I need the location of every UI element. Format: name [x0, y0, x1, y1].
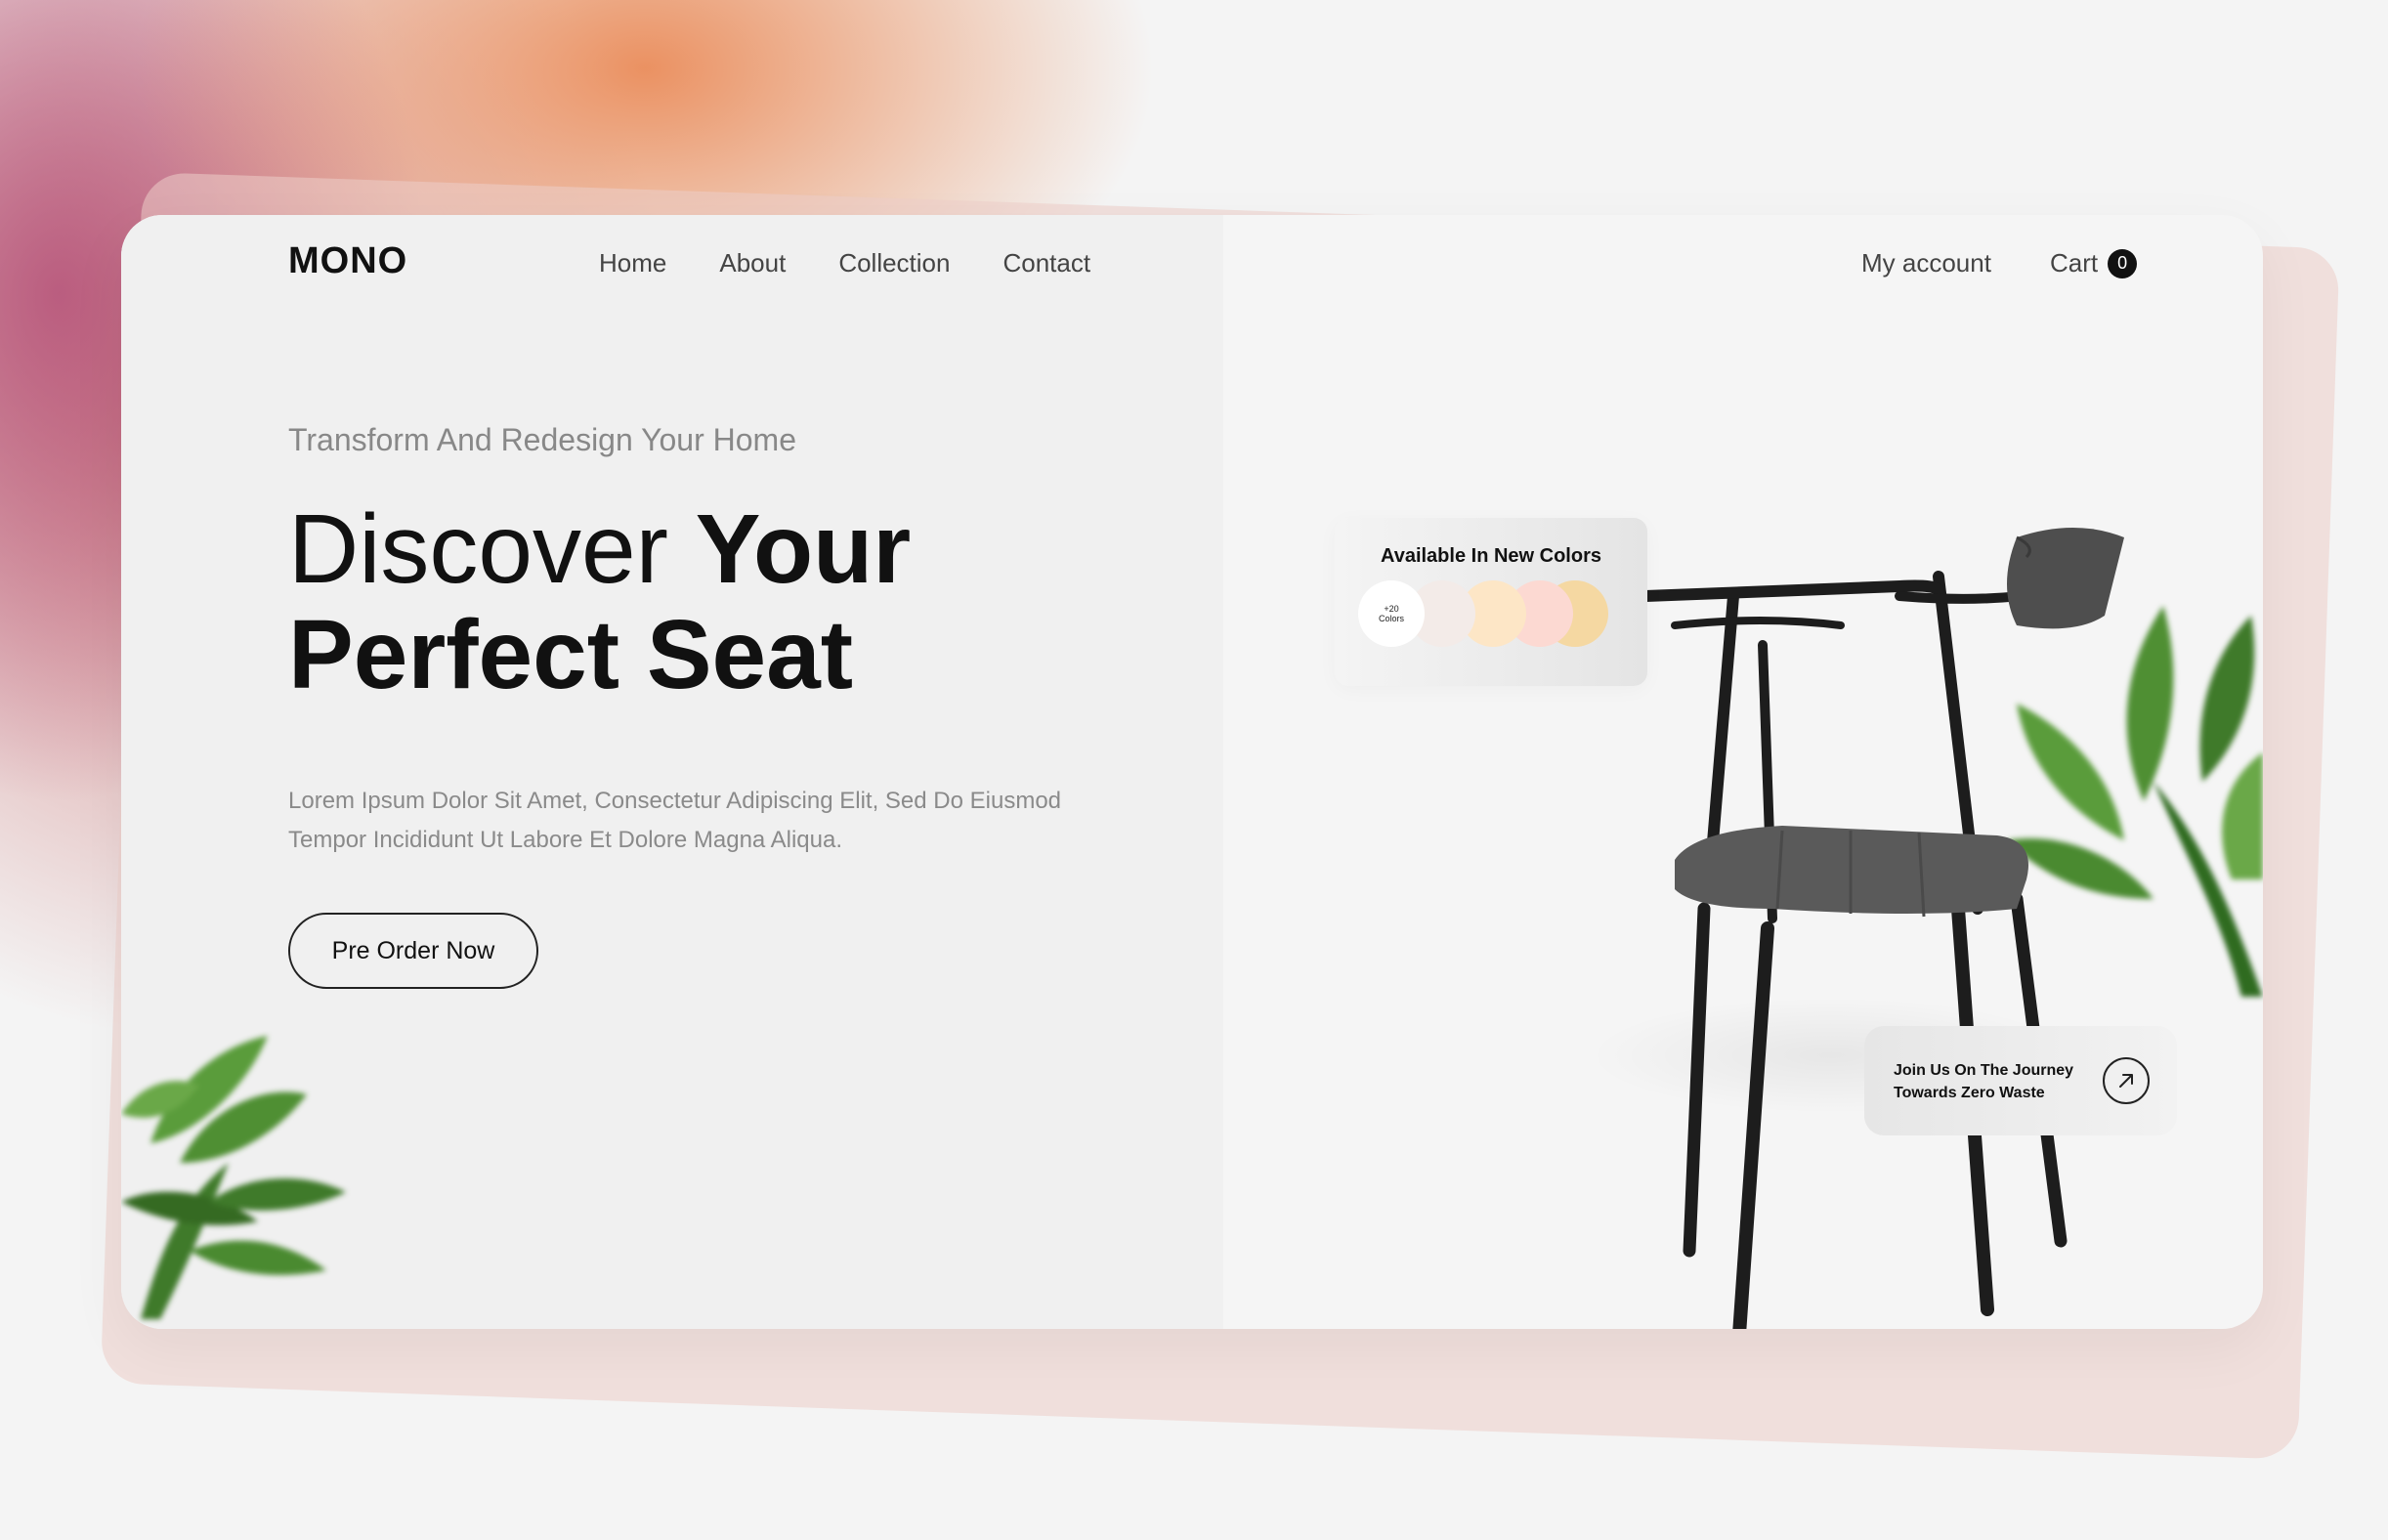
plant-left-image: [121, 1036, 346, 1319]
description-line-1: Lorem Ipsum Dolor Sit Amet, Consectetur …: [288, 788, 1062, 814]
available-colors-card[interactable]: Available In New Colors +20 Colors: [1335, 518, 1647, 686]
nav-about[interactable]: About: [719, 248, 786, 278]
nav-home[interactable]: Home: [599, 248, 666, 278]
nav-contact[interactable]: Contact: [1002, 248, 1090, 278]
description-line-2: Tempor Incididunt Ut Labore Et Dolore Ma…: [288, 827, 842, 853]
arrow-up-right-icon: [2119, 1074, 2133, 1088]
hero-card: MONO Home About Collection Contact My ac…: [121, 215, 2263, 1329]
journey-arrow-button[interactable]: [2103, 1057, 2150, 1104]
journey-line-1: Join Us On The Journey: [1894, 1062, 2074, 1079]
headline-discover: Discover: [288, 494, 696, 604]
colors-card-title: Available In New Colors: [1381, 545, 1601, 567]
hero-headline: Discover Your Perfect Seat: [288, 496, 911, 707]
nav-collection[interactable]: Collection: [838, 248, 950, 278]
logo[interactable]: MONO: [288, 240, 407, 282]
journey-text: Join Us On The Journey Towards Zero Wast…: [1894, 1059, 2109, 1104]
more-colors-badge[interactable]: +20 Colors: [1358, 580, 1425, 647]
pre-order-button[interactable]: Pre Order Now: [288, 913, 538, 989]
headline-perfect-seat: Perfect Seat: [288, 600, 854, 709]
color-swatches: +20 Colors: [1358, 580, 1612, 649]
cart-count-badge: 0: [2108, 248, 2138, 278]
more-colors-label: Colors: [1378, 614, 1404, 623]
my-account-link[interactable]: My account: [1861, 248, 1991, 278]
journey-line-2: Towards Zero Waste: [1894, 1085, 2045, 1101]
main-nav: Home About Collection Contact: [599, 248, 1090, 278]
hero-description: Lorem Ipsum Dolor Sit Amet, Consectetur …: [288, 782, 1168, 860]
hero-subtitle: Transform And Redesign Your Home: [288, 422, 796, 457]
cart-label: Cart: [2050, 248, 2099, 278]
cart-button[interactable]: Cart 0: [2050, 248, 2138, 278]
headline-your: Your: [695, 494, 912, 604]
more-colors-count: +20: [1384, 604, 1399, 614]
